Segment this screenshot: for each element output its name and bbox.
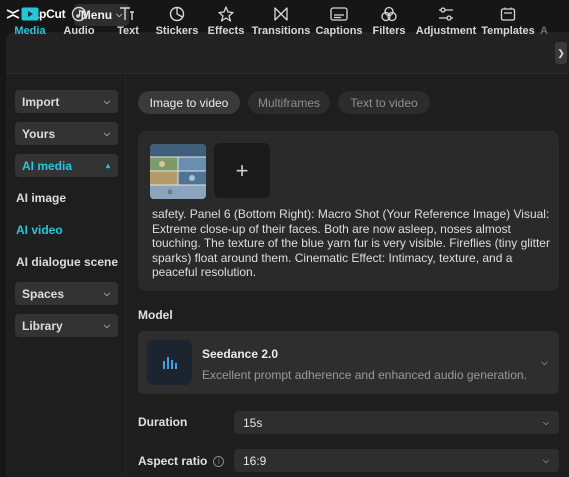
duration-label: Duration [138, 415, 188, 429]
info-icon[interactable]: i [213, 456, 225, 468]
aspect-ratio-select[interactable]: 16:9 ⌵ [234, 449, 559, 472]
chevron-down-icon: ⌵ [541, 357, 548, 367]
chevron-down-icon: ⌵ [103, 288, 110, 298]
tab-text-to-video[interactable]: Text to video [338, 91, 430, 114]
sidebar-item-spaces[interactable]: Spaces ⌵ [15, 282, 118, 305]
effects-star-icon [218, 4, 234, 24]
tool-label: Media [14, 25, 46, 37]
aspect-ratio-label: Aspect ratio i [138, 454, 225, 468]
plus-icon: + [235, 157, 249, 183]
reference-image-thumbnail[interactable] [150, 144, 206, 199]
chevron-down-icon: ⌵ [542, 455, 549, 465]
tool-overflow[interactable]: A [539, 4, 549, 40]
adjustment-sliders-icon [438, 4, 454, 24]
tool-transitions[interactable]: Transitions [251, 4, 311, 40]
sidebar-item-label: Spaces [22, 286, 65, 301]
sidebar-item-import[interactable]: Import ⌵ [15, 90, 118, 113]
tool-label: Filters [372, 25, 406, 37]
transition-bowtie-icon [273, 4, 289, 24]
media-play-icon [21, 4, 39, 24]
filters-circles-icon [380, 4, 398, 24]
tool-label: Transitions [251, 25, 311, 37]
model-selector[interactable]: Seedance 2.0 Excellent prompt adherence … [138, 331, 559, 394]
tool-filters[interactable]: Filters [372, 4, 406, 40]
text-t-icon [119, 4, 137, 24]
tool-captions[interactable]: Captions [315, 4, 363, 40]
tool-stickers[interactable]: Stickers [156, 4, 198, 40]
audio-note-icon [71, 4, 87, 24]
duration-value: 15s [243, 415, 263, 430]
tool-label: Adjustment [415, 25, 477, 37]
sidebar-item-label: AI media [22, 158, 73, 173]
tool-label: A [540, 25, 548, 37]
sidebar-item-label: Yours [22, 126, 56, 141]
sidebar-item-ai-media[interactable]: AI media ▴ [15, 154, 118, 177]
tool-label: Templates [481, 25, 535, 37]
tool-label: Effects [207, 25, 245, 37]
tool-templates[interactable]: Templates [481, 4, 535, 40]
tool-media[interactable]: Media [13, 4, 47, 40]
prompt-box[interactable]: + safety. Panel 6 (Bottom Right): Macro … [138, 131, 559, 291]
sidebar-item-ai-dialogue-scene[interactable]: AI dialogue scene [16, 255, 118, 269]
tool-text[interactable]: Text [114, 4, 142, 40]
tool-effects[interactable]: Effects [207, 4, 245, 40]
chevron-right-icon: ❯ [557, 47, 565, 58]
tool-label: Captions [315, 25, 363, 37]
chevron-down-icon: ⌵ [103, 96, 110, 106]
sidebar-item-ai-video[interactable]: AI video [16, 223, 63, 237]
chevron-up-icon: ▴ [105, 161, 110, 170]
sidebar-item-label: Library [22, 318, 63, 333]
aspect-ratio-value: 16:9 [243, 453, 267, 468]
tool-audio[interactable]: Audio [63, 4, 95, 40]
tab-multiframes[interactable]: Multiframes [248, 91, 330, 114]
model-section-label: Model [138, 308, 173, 322]
sidebar-divider [125, 74, 126, 477]
chevron-down-icon: ⌵ [103, 128, 110, 138]
chevron-down-icon: ⌵ [542, 417, 549, 427]
prompt-textarea[interactable]: safety. Panel 6 (Bottom Right): Macro Sh… [152, 207, 552, 280]
tool-label: Stickers [155, 25, 199, 37]
add-image-button[interactable]: + [214, 143, 270, 198]
duration-select[interactable]: 15s ⌵ [234, 411, 559, 434]
tool-label: Audio [63, 25, 95, 37]
model-bars-icon [147, 340, 192, 385]
aspect-ratio-label-text: Aspect ratio [138, 454, 208, 468]
chevron-down-icon: ⌵ [103, 320, 110, 330]
sidebar-item-ai-image[interactable]: AI image [16, 191, 66, 205]
tab-image-to-video[interactable]: Image to video [138, 91, 240, 114]
tool-label: Text [117, 25, 139, 37]
sidebar-item-label: Import [22, 94, 60, 109]
tool-adjustment[interactable]: Adjustment [416, 4, 476, 40]
sidebar-item-yours[interactable]: Yours ⌵ [15, 122, 118, 145]
templates-icon [500, 4, 516, 24]
model-name: Seedance 2.0 [202, 347, 279, 361]
sticker-icon [169, 4, 185, 24]
captions-icon [330, 4, 348, 24]
toolbar-scroll-right[interactable]: ❯ [555, 42, 567, 64]
sidebar-item-library[interactable]: Library ⌵ [15, 314, 118, 337]
model-description: Excellent prompt adherence and enhanced … [202, 368, 527, 382]
